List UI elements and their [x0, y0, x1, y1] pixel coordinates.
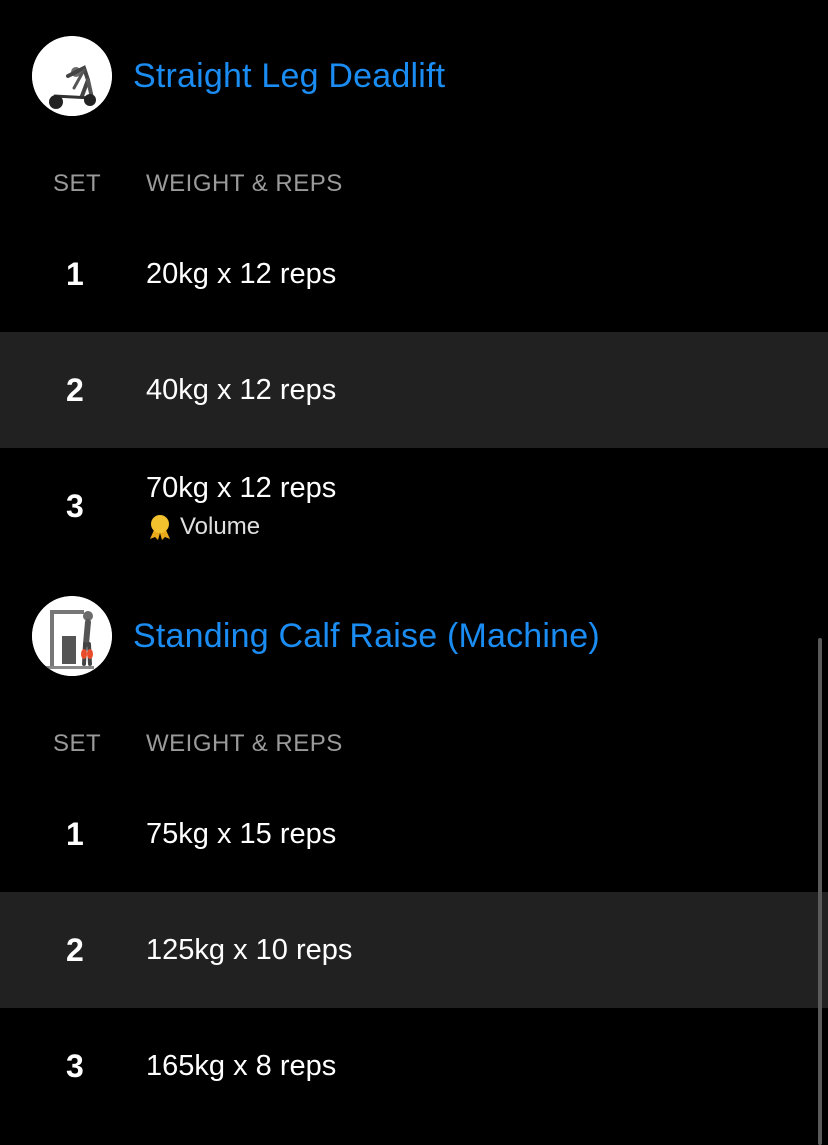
weight-reps-column-header: WEIGHT & REPS: [146, 730, 343, 757]
set-weight-reps: 125kg x 10 reps: [146, 933, 353, 966]
deadlift-figure-icon[interactable]: [32, 36, 112, 116]
set-weight-reps: 20kg x 12 reps: [146, 257, 337, 290]
set-weight-reps: 70kg x 12 reps: [146, 471, 337, 504]
exercise-block: Standing Calf Raise (Machine) SET WEIGHT…: [0, 564, 828, 1124]
set-row: 1 20kg x 12 reps: [0, 216, 828, 332]
set-weight-reps: 165kg x 8 reps: [146, 1049, 337, 1082]
set-number: 1: [66, 255, 84, 292]
exercise-header[interactable]: Straight Leg Deadlift: [0, 36, 828, 116]
column-header: SET WEIGHT & REPS: [0, 712, 828, 776]
exercise-block: Straight Leg Deadlift SET WEIGHT & REPS …: [0, 0, 828, 564]
scrollbar[interactable]: [818, 638, 822, 1145]
exercise-title[interactable]: Straight Leg Deadlift: [133, 57, 445, 96]
set-weight-reps: 40kg x 12 reps: [146, 373, 337, 406]
weight-reps-column-header: WEIGHT & REPS: [146, 170, 343, 197]
set-number: 2: [66, 371, 84, 408]
set-row: 3 70kg x 12 reps Volume: [0, 448, 828, 564]
set-number: 3: [66, 1047, 84, 1084]
medal-icon: [146, 513, 174, 541]
set-row: 1 75kg x 15 reps: [0, 776, 828, 892]
record-label: Volume: [180, 512, 261, 540]
set-weight-reps: 75kg x 15 reps: [146, 817, 337, 850]
personal-record-badge: Volume: [146, 513, 336, 541]
exercise-header[interactable]: Standing Calf Raise (Machine): [0, 596, 828, 676]
exercise-title[interactable]: Standing Calf Raise (Machine): [133, 617, 600, 656]
workout-detail-screen: Straight Leg Deadlift SET WEIGHT & REPS …: [0, 0, 828, 1145]
set-column-header: SET: [53, 170, 102, 197]
set-row: 2 125kg x 10 reps: [0, 892, 828, 1008]
set-column-header: SET: [53, 730, 102, 757]
column-header: SET WEIGHT & REPS: [0, 152, 828, 216]
set-row: 2 40kg x 12 reps: [0, 332, 828, 448]
set-number: 3: [66, 487, 84, 524]
set-number: 2: [66, 931, 84, 968]
calf-raise-machine-icon[interactable]: [32, 596, 112, 676]
set-number: 1: [66, 815, 84, 852]
set-row: 3 165kg x 8 reps: [0, 1008, 828, 1124]
